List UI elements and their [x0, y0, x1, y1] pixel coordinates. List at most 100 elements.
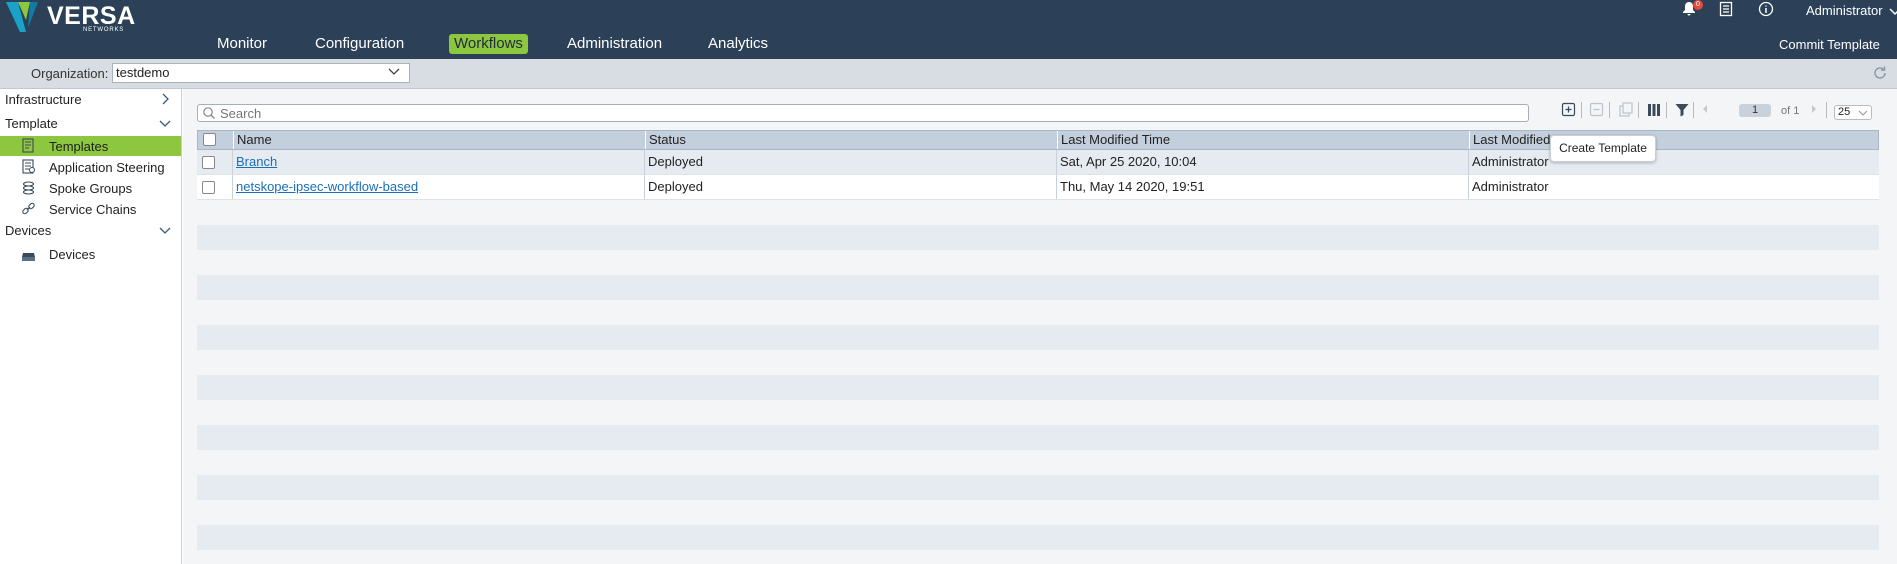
search-input[interactable] [220, 105, 1520, 121]
empty-row [197, 475, 1879, 500]
column-header-status[interactable]: Status [646, 131, 1058, 149]
sidebar-item-templates[interactable]: Templates [0, 136, 181, 156]
toolbar-divider [1581, 102, 1582, 118]
row-checkbox[interactable] [202, 181, 215, 194]
chevron-down-icon [159, 120, 171, 127]
cell-status: Deployed [645, 150, 1057, 174]
empty-row [197, 350, 1879, 375]
create-template-tooltip: Create Template [1550, 135, 1656, 162]
column-header-last-modified-time[interactable]: Last Modified Time [1058, 131, 1470, 149]
column-header-name[interactable]: Name [234, 131, 646, 149]
sidebar-item-label: Templates [49, 139, 109, 154]
chevron-right-icon [162, 93, 169, 105]
sidebar: Infrastructure Template Templates Applic… [0, 89, 182, 564]
spoke-groups-icon [22, 181, 35, 195]
notification-count: 0 [1693, 0, 1703, 10]
user-name: Administrator [1806, 3, 1883, 18]
toolbar-divider [1666, 102, 1667, 118]
search-icon [203, 107, 215, 119]
empty-row [197, 550, 1879, 564]
toolbar-divider [1638, 102, 1639, 118]
cell-modified-by: Administrator [1472, 154, 1549, 169]
nav-analytics[interactable]: Analytics [703, 34, 773, 54]
add-icon[interactable] [1560, 101, 1578, 119]
template-link[interactable]: Branch [236, 154, 277, 169]
top-header: VERSA NETWORKS Monitor Configuration Wor… [0, 0, 1897, 59]
chevron-down-icon [1889, 8, 1897, 15]
empty-row [197, 500, 1879, 525]
sidebar-group-infrastructure[interactable]: Infrastructure [0, 90, 181, 110]
cell-modified-time: Sat, Apr 25 2020, 10:04 [1057, 150, 1469, 174]
cell-name: Branch [233, 150, 645, 174]
page-number-input[interactable]: 1 [1739, 104, 1771, 117]
organization-select[interactable]: testdemo [112, 63, 410, 83]
search-box[interactable] [197, 104, 1529, 122]
nav-monitor[interactable]: Monitor [212, 34, 272, 54]
row-select-cell [197, 150, 233, 174]
empty-row [197, 250, 1879, 275]
chevron-down-icon [159, 227, 171, 234]
clone-icon[interactable] [1617, 101, 1635, 119]
template-icon [22, 138, 34, 153]
sidebar-item-label: Spoke Groups [49, 181, 133, 196]
remove-icon[interactable] [1588, 101, 1606, 119]
chevron-down-icon [1858, 110, 1868, 116]
versa-logo-icon [6, 2, 38, 32]
next-page-icon[interactable] [1808, 102, 1820, 116]
toolbar-divider [1609, 102, 1610, 118]
nav-administration[interactable]: Administration [562, 34, 667, 54]
empty-row [197, 325, 1879, 350]
versa-logo[interactable]: VERSA NETWORKS [4, 0, 144, 36]
row-select-cell [197, 175, 233, 199]
empty-row [197, 525, 1879, 550]
nav-workflows[interactable]: Workflows [449, 34, 528, 54]
empty-row [197, 425, 1879, 450]
empty-row [197, 200, 1879, 225]
user-menu[interactable]: Administrator [1806, 3, 1897, 18]
cell-modified-time: Thu, May 14 2020, 19:51 [1057, 175, 1469, 199]
organization-label: Organization: [31, 66, 109, 81]
organization-bar: Organization: testdemo [0, 59, 1897, 89]
sidebar-item-devices[interactable]: Devices [0, 244, 181, 264]
filter-icon[interactable] [1673, 101, 1691, 119]
table-row[interactable]: netskope-ipsec-workflow-based Deployed T… [197, 175, 1879, 200]
row-checkbox[interactable] [202, 156, 215, 169]
column-header-last-modified[interactable]: Last Modified [1470, 131, 1878, 149]
sidebar-item-service-chains[interactable]: Service Chains [0, 199, 181, 219]
refresh-icon[interactable] [1871, 64, 1889, 82]
info-icon[interactable] [1758, 1, 1776, 19]
empty-row [197, 300, 1879, 325]
cell-name: netskope-ipsec-workflow-based [233, 175, 645, 199]
organization-value: testdemo [116, 65, 170, 80]
template-link[interactable]: netskope-ipsec-workflow-based [236, 179, 418, 194]
sidebar-item-label: Devices [49, 247, 96, 262]
nav-configuration[interactable]: Configuration [310, 34, 409, 54]
sidebar-group-template[interactable]: Template [0, 114, 181, 134]
page-size-select[interactable]: 25 [1834, 105, 1872, 120]
commit-template-button[interactable]: Commit Template [1779, 37, 1880, 52]
sidebar-group-label: Infrastructure [5, 92, 82, 107]
chevron-down-icon [388, 68, 400, 75]
sidebar-group-label: Template [5, 116, 58, 131]
service-chain-icon [22, 202, 35, 215]
select-all-checkbox[interactable] [203, 133, 216, 146]
sidebar-item-application-steering[interactable]: Application Steering [0, 157, 181, 177]
tasks-list-icon[interactable] [1718, 1, 1736, 19]
app-steering-icon [22, 159, 35, 174]
empty-row [197, 400, 1879, 425]
columns-icon[interactable] [1645, 101, 1663, 119]
page-count: of 1 [1781, 105, 1800, 117]
empty-row [197, 225, 1879, 250]
notifications-bell-icon[interactable]: 0 [1681, 0, 1703, 19]
toolbar-divider [1826, 102, 1827, 118]
cell-status: Deployed [645, 175, 1057, 199]
sidebar-item-spoke-groups[interactable]: Spoke Groups [0, 178, 181, 198]
sidebar-group-label: Devices [5, 223, 52, 238]
sidebar-group-devices[interactable]: Devices [0, 221, 181, 241]
devices-icon [22, 253, 35, 261]
previous-page-icon[interactable] [1699, 102, 1711, 116]
empty-row [197, 375, 1879, 400]
brand-subtitle: NETWORKS [83, 27, 125, 33]
cell-modified-by: Administrator [1472, 179, 1549, 194]
empty-row [197, 275, 1879, 300]
